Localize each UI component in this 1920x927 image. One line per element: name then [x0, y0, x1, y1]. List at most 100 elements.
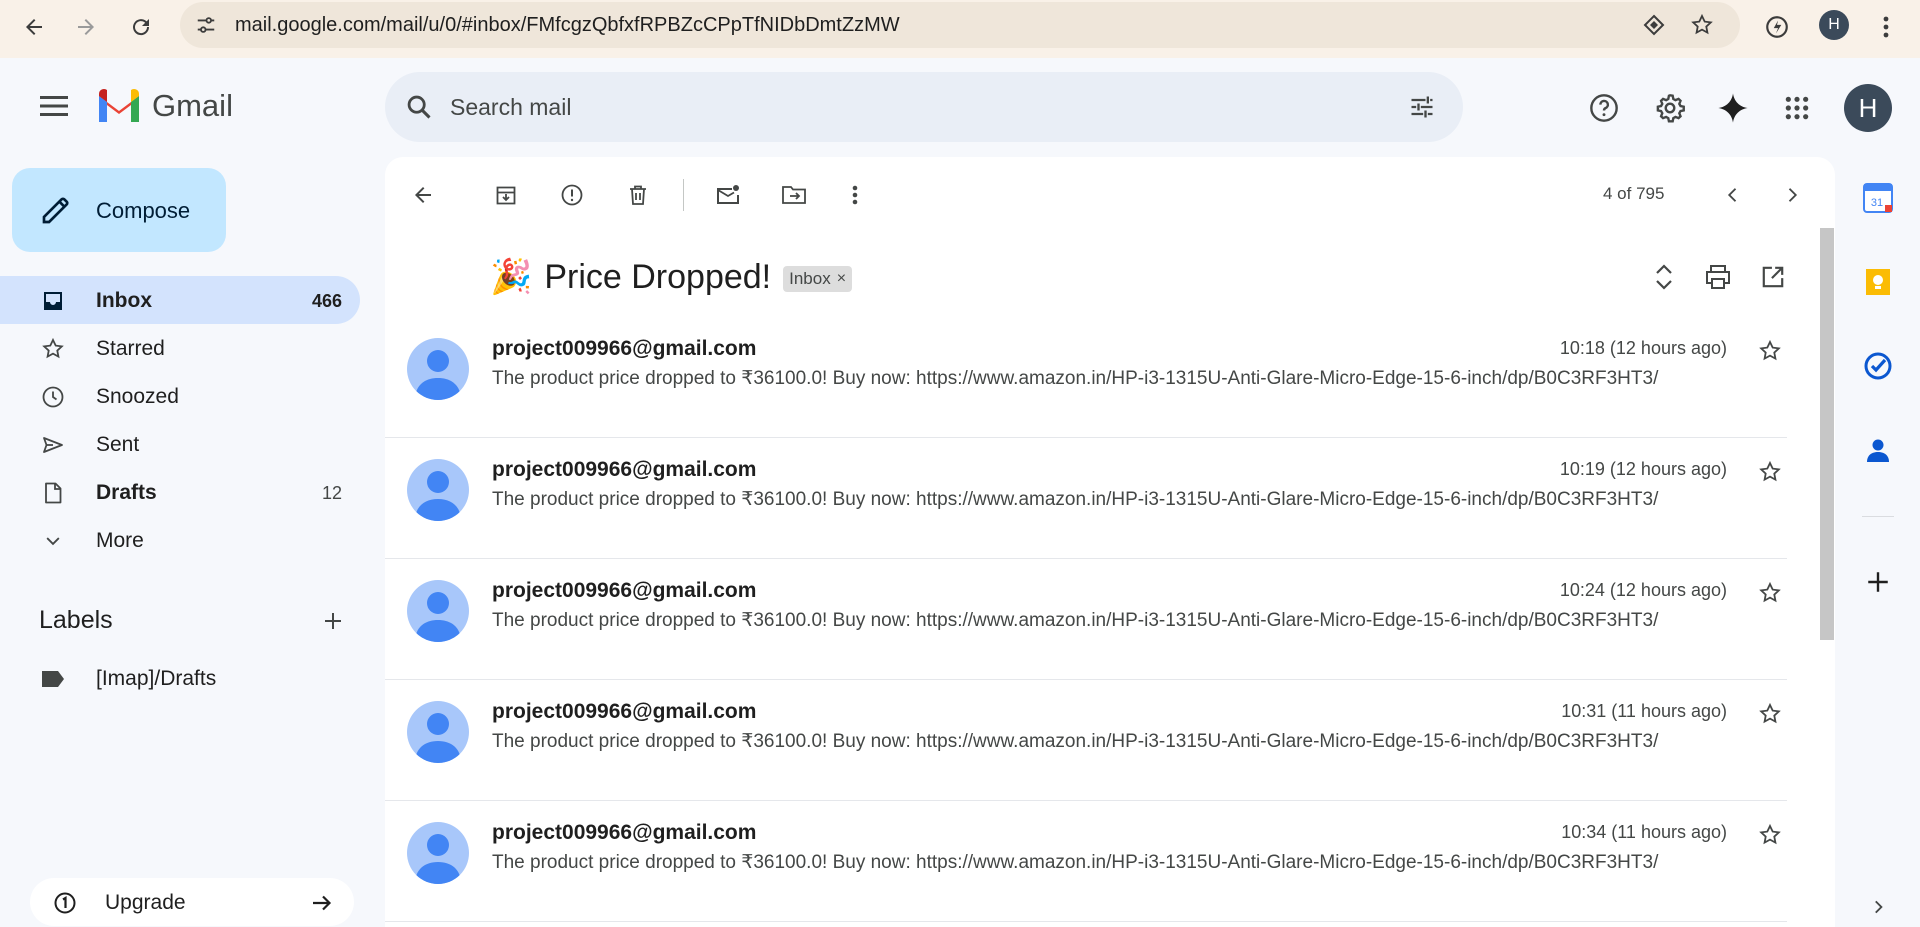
support-icon[interactable]	[1582, 86, 1626, 130]
chevron-down-icon	[40, 528, 66, 554]
compose-button[interactable]: Compose	[12, 168, 226, 252]
main-menu-icon[interactable]	[32, 84, 76, 128]
sidebar-item-label: More	[96, 529, 144, 552]
browser-profile-avatar[interactable]: H	[1819, 10, 1849, 40]
sidebar-item-sent[interactable]: Sent	[0, 420, 360, 468]
search-input[interactable]	[450, 90, 1350, 124]
more-options-icon[interactable]	[835, 175, 875, 215]
report-spam-icon[interactable]	[552, 175, 592, 215]
message-item[interactable]: project009966@gmail.com 10:34 (11 hours …	[385, 801, 1787, 922]
compose-label: Compose	[96, 198, 191, 223]
timestamp: 10:18 (12 hours ago)	[1559, 338, 1727, 358]
timestamp: 10:31 (11 hours ago)	[1561, 701, 1727, 721]
unread-count: 466	[311, 291, 342, 311]
keep-app-icon[interactable]	[1858, 262, 1898, 302]
avatar	[407, 580, 469, 642]
sidebar-item-label: Starred	[96, 337, 165, 360]
settings-gear-icon[interactable]	[1648, 86, 1692, 130]
extension-icon[interactable]	[1759, 9, 1795, 45]
move-to-icon[interactable]	[774, 175, 814, 215]
remove-label-icon[interactable]: ×	[837, 270, 846, 288]
subject-emoji: 🎉	[490, 258, 533, 296]
toolbar-divider	[683, 179, 684, 211]
forward-icon[interactable]	[66, 7, 106, 47]
url-text[interactable]: mail.google.com/mail/u/0/#inbox/FMfcgzQb…	[235, 14, 900, 37]
subject-row: 🎉 Price Dropped! Inbox ×	[490, 257, 853, 297]
star-icon	[40, 336, 66, 362]
mark-unread-icon[interactable]	[708, 175, 748, 215]
upgrade-badge-icon	[52, 890, 78, 916]
open-in-new-window-icon[interactable]	[1753, 257, 1793, 297]
pencil-icon	[40, 194, 72, 226]
inbox-label-chip[interactable]: Inbox ×	[783, 266, 853, 292]
gmail-m-icon	[99, 89, 139, 122]
add-label-icon[interactable]	[316, 604, 350, 638]
star-icon[interactable]	[1753, 697, 1787, 731]
back-icon[interactable]	[14, 7, 54, 47]
show-side-panel-chevron-icon[interactable]	[1858, 887, 1898, 927]
sidebar-item-label: Inbox	[96, 289, 152, 312]
reload-icon[interactable]	[121, 7, 161, 47]
timestamp: 10:34 (11 hours ago)	[1561, 822, 1727, 842]
sidebar-item-more[interactable]: More	[0, 516, 360, 564]
contacts-app-icon[interactable]	[1858, 430, 1898, 470]
star-icon[interactable]	[1753, 576, 1787, 610]
account-avatar[interactable]: H	[1844, 84, 1892, 132]
search-options-icon[interactable]	[1405, 90, 1439, 124]
sidebar-item-label: Sent	[96, 433, 140, 456]
timestamp: 10:24 (12 hours ago)	[1559, 580, 1727, 600]
message-snippet: The product price dropped to ₹36100.0! B…	[492, 610, 1659, 631]
install-app-icon[interactable]	[1640, 11, 1668, 39]
expand-all-icon[interactable]	[1644, 257, 1684, 297]
message-item[interactable]: project009966@gmail.com 10:18 (12 hours …	[385, 317, 1787, 438]
star-icon[interactable]	[1753, 334, 1787, 368]
newer-chevron-left-icon[interactable]	[1713, 175, 1753, 215]
calendar-app-icon[interactable]: 31	[1858, 178, 1898, 218]
message-item[interactable]: project009966@gmail.com 10:19 (12 hours …	[385, 438, 1787, 559]
gemini-sparkle-icon[interactable]	[1711, 86, 1755, 130]
star-icon[interactable]	[1753, 455, 1787, 489]
sender: project009966@gmail.com	[492, 458, 757, 481]
gmail-logo[interactable]: Gmail	[96, 88, 233, 124]
back-to-inbox-icon[interactable]	[403, 175, 443, 215]
sidebar-item-starred[interactable]: Starred	[0, 324, 360, 372]
avatar	[407, 459, 469, 521]
calendar-day: 31	[1871, 197, 1883, 209]
message-item[interactable]: project009966@gmail.com 10:31 (11 hours …	[385, 680, 1787, 801]
label-tag-icon	[40, 666, 66, 692]
upgrade-label: Upgrade	[105, 891, 186, 914]
browser-toolbar: mail.google.com/mail/u/0/#inbox/FMfcgzQb…	[0, 0, 1920, 58]
sender: project009966@gmail.com	[492, 337, 757, 360]
message-snippet: The product price dropped to ₹36100.0! B…	[492, 489, 1659, 510]
site-info-icon[interactable]	[190, 9, 222, 41]
address-bar[interactable]: mail.google.com/mail/u/0/#inbox/FMfcgzQb…	[180, 2, 1740, 48]
sidebar-item-inbox[interactable]: Inbox 466	[0, 276, 360, 324]
browser-menu-icon[interactable]	[1871, 9, 1901, 45]
search-bar[interactable]	[385, 72, 1463, 142]
google-apps-icon[interactable]	[1775, 86, 1819, 130]
get-addons-plus-icon[interactable]	[1858, 562, 1898, 602]
conversation-list: project009966@gmail.com 10:18 (12 hours …	[385, 317, 1787, 922]
archive-icon[interactable]	[486, 175, 526, 215]
print-icon[interactable]	[1698, 257, 1738, 297]
label-name: [Imap]/Drafts	[96, 667, 217, 690]
tasks-app-icon[interactable]	[1858, 346, 1898, 386]
message-view: 4 of 795 🎉 Price Dropped! Inbox × projec…	[385, 157, 1835, 927]
message-snippet: The product price dropped to ₹36100.0! B…	[492, 368, 1659, 389]
star-icon[interactable]	[1753, 818, 1787, 852]
older-chevron-right-icon[interactable]	[1772, 175, 1812, 215]
arrow-right-icon	[308, 889, 336, 917]
bookmark-star-icon[interactable]	[1688, 11, 1716, 39]
message-item[interactable]: project009966@gmail.com 10:24 (12 hours …	[385, 559, 1787, 680]
sidebar-item-label-imap-drafts[interactable]: [Imap]/Drafts	[0, 654, 360, 702]
side-panel-divider	[1862, 516, 1894, 517]
app-name: Gmail	[152, 88, 233, 123]
upgrade-button[interactable]: Upgrade	[30, 878, 354, 926]
labels-heading: Labels	[39, 606, 113, 634]
delete-trash-icon[interactable]	[618, 175, 658, 215]
search-icon[interactable]	[403, 91, 435, 123]
sidebar-item-drafts[interactable]: Drafts 12	[0, 468, 360, 516]
message-snippet: The product price dropped to ₹36100.0! B…	[492, 852, 1659, 873]
scrollbar-thumb[interactable]	[1820, 228, 1834, 640]
sidebar-item-snoozed[interactable]: Snoozed	[0, 372, 360, 420]
